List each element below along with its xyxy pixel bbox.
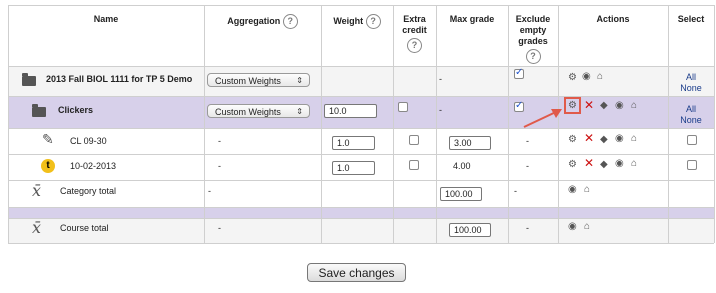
- header-aggregation: Aggregation ?: [204, 14, 321, 29]
- item-extra-credit-checkbox[interactable]: [409, 160, 419, 170]
- sigma-x-icon: x̄: [32, 181, 42, 200]
- lock-icon[interactable]: ⌂: [584, 222, 590, 232]
- item-name: 10-02-2013: [70, 161, 117, 171]
- category-max-grade: -: [439, 105, 442, 115]
- lock-icon[interactable]: ⌂: [584, 185, 590, 195]
- header-weight-label: Weight: [333, 16, 364, 26]
- item-max-grade-input[interactable]: 3.00: [449, 136, 491, 150]
- item-aggregation: -: [218, 161, 221, 171]
- eye-icon[interactable]: ◉: [568, 185, 577, 195]
- course-total-bg: [8, 218, 714, 243]
- folder-icon: [32, 104, 46, 117]
- edit-icon: ✎: [42, 131, 54, 147]
- save-changes-button[interactable]: Save changes: [307, 263, 406, 282]
- move-icon[interactable]: ◆: [600, 135, 608, 145]
- item-exclude: -: [526, 161, 529, 171]
- gradebook-setup: Name Aggregation ? Weight ? Extra credit…: [0, 0, 716, 293]
- category-weight-input[interactable]: 10.0: [324, 104, 377, 118]
- category-total-name: Category total: [60, 186, 117, 196]
- item-weight-input[interactable]: 1.0: [332, 136, 375, 150]
- course-total-exclude: -: [526, 223, 529, 233]
- header-select: Select: [677, 14, 705, 24]
- header-exclude-line1: Exclude: [515, 14, 551, 24]
- help-icon[interactable]: ?: [365, 14, 381, 29]
- course-select-none-link[interactable]: None: [668, 83, 714, 93]
- category-total-exclude: -: [514, 186, 517, 196]
- eye-icon[interactable]: ◉: [582, 72, 591, 82]
- header-extra-credit: Extra credit ?: [393, 14, 436, 53]
- header-exclude-line2: empty: [519, 25, 547, 35]
- header-extra-credit-line1: Extra: [403, 14, 426, 24]
- sigma-x-icon: x̄: [32, 218, 42, 237]
- eye-icon[interactable]: ◉: [568, 222, 577, 232]
- item-select-checkbox[interactable]: [687, 135, 697, 145]
- course-select-all-link[interactable]: All: [668, 72, 714, 82]
- course-exclude-checkbox[interactable]: [514, 67, 524, 79]
- item-max-grade: 4.00: [453, 161, 471, 171]
- header-aggregation-label: Aggregation: [227, 16, 281, 26]
- highlight-box: [564, 97, 581, 114]
- lock-icon[interactable]: ⌂: [597, 72, 603, 82]
- course-total-max-grade-input[interactable]: 100.00: [449, 223, 491, 237]
- header-weight: Weight ?: [321, 14, 393, 29]
- delete-icon[interactable]: ✕: [584, 99, 594, 111]
- category-spacer-bg: [8, 207, 714, 218]
- select-arrows-icon: ⇕: [296, 107, 303, 116]
- folder-icon: [22, 73, 36, 86]
- category-aggregation-select[interactable]: Custom Weights ⇕: [207, 104, 310, 118]
- gear-icon[interactable]: ⚙: [568, 73, 577, 83]
- help-icon[interactable]: ?: [282, 14, 298, 29]
- delete-icon[interactable]: ✕: [584, 157, 594, 169]
- category-name: Clickers: [58, 105, 94, 115]
- category-aggregation-value: Custom Weights: [215, 107, 281, 117]
- item-select-checkbox[interactable]: [687, 160, 697, 170]
- category-extra-credit-checkbox[interactable]: [398, 102, 408, 112]
- eye-icon[interactable]: ◉: [615, 101, 624, 111]
- gear-icon[interactable]: ⚙: [568, 135, 577, 145]
- move-icon[interactable]: ◆: [600, 101, 608, 111]
- header-max-grade: Max grade: [449, 14, 495, 24]
- turnitin-icon: t: [41, 159, 55, 173]
- item-aggregation: -: [218, 136, 221, 146]
- header-extra-credit-line2: credit: [402, 25, 427, 35]
- help-icon[interactable]: ?: [407, 38, 422, 53]
- eye-icon[interactable]: ◉: [615, 159, 624, 169]
- item-extra-credit-checkbox[interactable]: [409, 135, 419, 145]
- header-exclude: Exclude empty grades ?: [508, 14, 558, 64]
- gear-icon[interactable]: ⚙: [568, 160, 577, 170]
- category-select-all-link[interactable]: All: [668, 104, 714, 114]
- course-name: 2013 Fall BIOL 1111 for TP 5 Demo: [46, 74, 193, 84]
- lock-icon[interactable]: ⌂: [631, 101, 637, 111]
- select-arrows-icon: ⇕: [296, 76, 303, 85]
- category-total-max-grade-input[interactable]: 100.00: [440, 187, 482, 201]
- course-total-aggregation: -: [218, 223, 221, 233]
- delete-icon[interactable]: ✕: [584, 132, 594, 144]
- category-select-none-link[interactable]: None: [668, 115, 714, 125]
- arrow-annotation: [523, 109, 562, 128]
- course-aggregation-value: Custom Weights: [215, 76, 281, 86]
- item-exclude: -: [526, 136, 529, 146]
- header-name: Name: [93, 14, 119, 24]
- course-aggregation-select[interactable]: Custom Weights ⇕: [207, 73, 310, 87]
- header-exclude-line3: grades: [518, 36, 548, 46]
- category-total-aggregation: -: [208, 186, 211, 196]
- item-weight-input[interactable]: 1.0: [332, 161, 375, 175]
- lock-icon[interactable]: ⌂: [631, 159, 637, 169]
- course-total-name: Course total: [60, 223, 109, 233]
- item-name: CL 09-30: [70, 136, 107, 146]
- course-max-grade: -: [439, 74, 442, 84]
- move-icon[interactable]: ◆: [600, 160, 608, 170]
- header-actions: Actions: [596, 14, 630, 24]
- help-icon[interactable]: ?: [525, 49, 541, 64]
- lock-icon[interactable]: ⌂: [631, 134, 637, 144]
- eye-icon[interactable]: ◉: [615, 134, 624, 144]
